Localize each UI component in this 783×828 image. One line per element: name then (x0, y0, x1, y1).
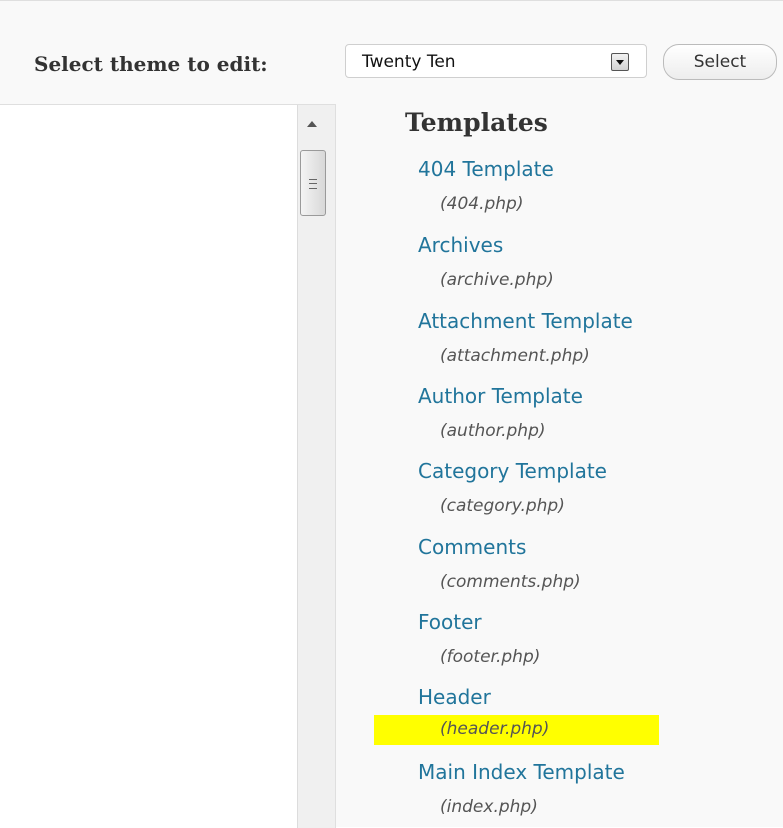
template-link-footer[interactable]: Footer (418, 610, 482, 634)
template-link-archives[interactable]: Archives (418, 233, 503, 257)
template-link-attachment[interactable]: Attachment Template (418, 309, 633, 333)
template-file-author: (author.php) (440, 421, 546, 441)
template-link-category[interactable]: Category Template (418, 459, 607, 483)
select-theme-label: Select theme to edit: (34, 52, 268, 76)
theme-dropdown-value: Twenty Ten (362, 52, 456, 72)
template-file-404: (404.php) (440, 194, 524, 214)
scroll-thumb[interactable] (300, 150, 326, 216)
theme-dropdown[interactable]: Twenty Ten (345, 44, 647, 78)
template-file-archives: (archive.php) (440, 270, 554, 290)
template-link-comments[interactable]: Comments (418, 535, 526, 559)
template-file-attachment: (attachment.php) (440, 346, 590, 366)
template-link-404[interactable]: 404 Template (418, 157, 554, 181)
template-link-header[interactable]: Header (418, 685, 491, 709)
template-link-author[interactable]: Author Template (418, 384, 583, 408)
editor-scrollbar[interactable] (297, 105, 335, 828)
template-file-category: (category.php) (440, 496, 565, 516)
code-editor-textarea[interactable] (0, 104, 336, 828)
template-file-comments: (comments.php) (440, 572, 581, 592)
scroll-grip-icon (309, 179, 317, 189)
dropdown-arrow-icon[interactable] (611, 53, 629, 71)
select-theme-button[interactable]: Select (663, 44, 777, 80)
theme-editor-screen: Select theme to edit: Twenty Ten Select … (0, 0, 783, 828)
template-file-header: (header.php) (440, 719, 550, 739)
templates-heading: Templates (405, 108, 548, 137)
template-link-main-index[interactable]: Main Index Template (418, 760, 625, 784)
scroll-up-arrow-icon[interactable] (307, 121, 317, 127)
template-file-main-index: (index.php) (440, 797, 538, 817)
template-file-footer: (footer.php) (440, 647, 541, 667)
